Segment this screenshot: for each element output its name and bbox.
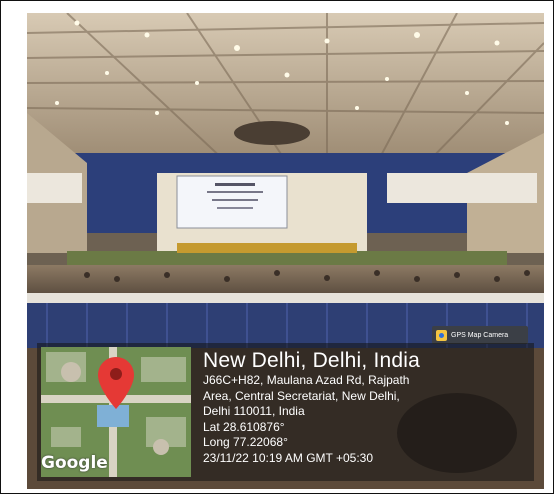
- location-title: New Delhi, Delhi, India: [203, 349, 421, 372]
- google-logo: Google: [41, 453, 108, 473]
- gps-camera-label: GPS Map Camera: [451, 331, 509, 339]
- latitude: Lat 28.610876°: [203, 419, 285, 434]
- address-line-1: J66C+H82, Maulana Azad Rd, Rajpath: [203, 373, 410, 387]
- location-overlay: Google New Delhi, Delhi, India J66C+H82,…: [37, 343, 534, 481]
- address-line-2: Area, Central Secretariat, New Delhi,: [203, 388, 400, 403]
- location-info: New Delhi, Delhi, India J66C+H82, Maulan…: [203, 349, 528, 466]
- image-frame: GPS Map Camera Google New Delhi, Delhi, …: [0, 0, 554, 494]
- gps-camera-badge: GPS Map Camera: [432, 326, 528, 344]
- longitude: Long 77.22068°: [203, 435, 288, 449]
- camera-icon: [436, 329, 447, 341]
- timestamp: 23/11/22 10:19 AM GMT +05:30: [203, 450, 374, 465]
- address-line-3: Delhi 110011, India: [203, 404, 305, 418]
- auditorium-photo: GPS Map Camera Google New Delhi, Delhi, …: [27, 13, 544, 489]
- map-pin-icon: [98, 357, 134, 409]
- map-thumbnail: Google: [41, 347, 191, 477]
